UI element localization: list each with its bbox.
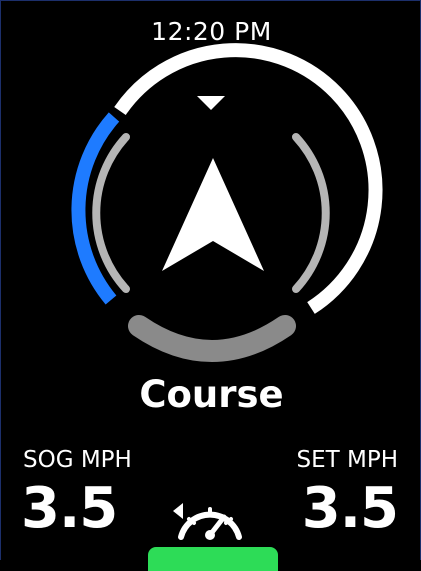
inner-arc-left xyxy=(92,133,130,293)
mode-label: Course xyxy=(139,373,284,416)
sog-label: SOG MPH xyxy=(23,447,132,473)
set-value: 3.5 xyxy=(301,476,399,541)
sog-value: 3.5 xyxy=(21,476,118,541)
autopilot-screen: 12:20 PM Course SOG MPH 3.5 SET MPH 3.5 xyxy=(0,0,421,571)
heading-marker xyxy=(197,96,225,110)
outer-ring xyxy=(114,43,383,314)
speed-mode-button[interactable] xyxy=(167,493,253,545)
engage-button[interactable] xyxy=(148,547,278,571)
set-label: SET MPH xyxy=(296,447,398,473)
course-arrow-icon xyxy=(162,158,264,271)
course-dial[interactable] xyxy=(1,1,421,371)
speedometer-icon xyxy=(173,503,242,540)
bottom-arc xyxy=(128,315,296,362)
inner-arc-right xyxy=(292,133,330,293)
